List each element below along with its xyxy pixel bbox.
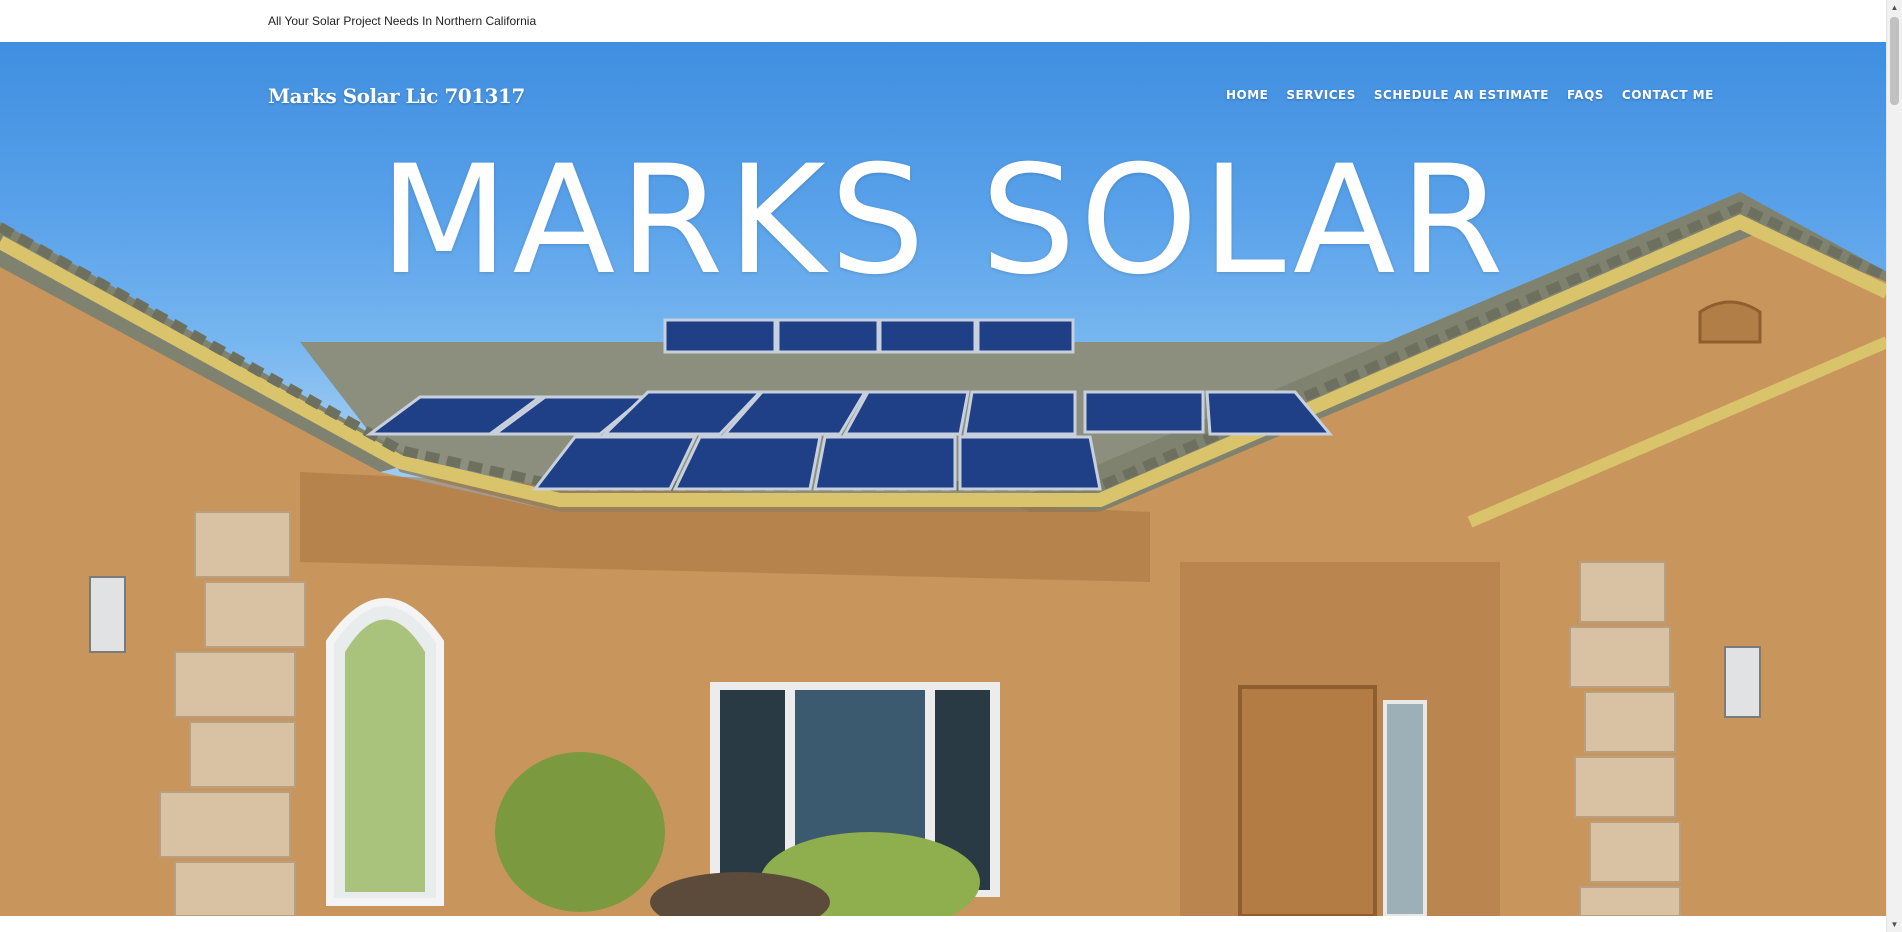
- main-nav: HOME SERVICES SCHEDULE AN ESTIMATE FAQS …: [1226, 88, 1732, 102]
- hero-title: MARKS SOLAR: [379, 134, 1508, 308]
- page-scrollbar[interactable]: ▲ ▼: [1886, 0, 1902, 932]
- scroll-down-arrow-icon[interactable]: ▼: [1887, 917, 1902, 932]
- scroll-thumb[interactable]: [1890, 17, 1899, 105]
- nav-contact[interactable]: CONTACT ME: [1622, 88, 1714, 102]
- top-bar: All Your Solar Project Needs In Northern…: [0, 0, 1887, 42]
- site-brand[interactable]: Marks Solar Lic 701317: [268, 84, 525, 108]
- nav-schedule-estimate[interactable]: SCHEDULE AN ESTIMATE: [1374, 88, 1549, 102]
- scroll-up-arrow-icon[interactable]: ▲: [1887, 0, 1902, 15]
- tagline: All Your Solar Project Needs In Northern…: [268, 14, 537, 28]
- nav-faqs[interactable]: FAQS: [1567, 88, 1604, 102]
- nav-home[interactable]: HOME: [1226, 88, 1268, 102]
- nav-services[interactable]: SERVICES: [1286, 88, 1355, 102]
